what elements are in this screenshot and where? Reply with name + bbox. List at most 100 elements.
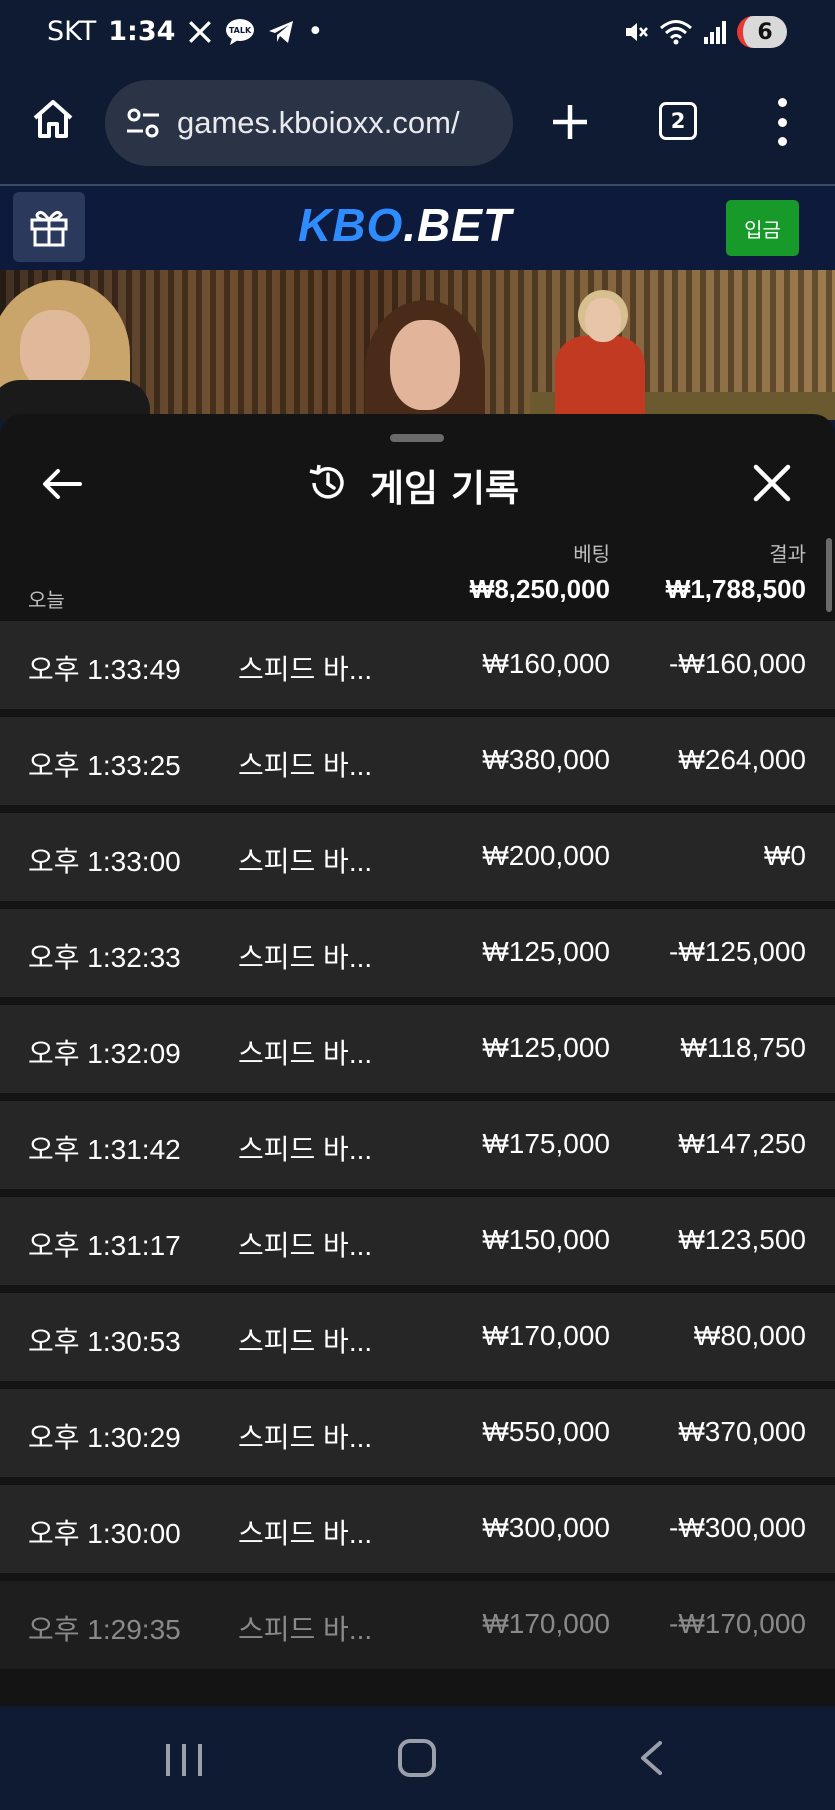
row-game: 스피드 바... xyxy=(238,1134,373,1165)
history-list: 오후 1:33:49 스피드 바... ₩160,000 -₩160,000 오… xyxy=(0,621,835,1677)
row-result: -₩125,000 xyxy=(669,936,806,967)
history-row[interactable]: 오후 1:31:42 스피드 바... ₩175,000 ₩147,250 xyxy=(0,1101,835,1189)
site-settings-icon[interactable] xyxy=(123,103,163,143)
row-bet: ₩550,000 xyxy=(482,1416,610,1447)
row-game: 스피드 바... xyxy=(238,942,373,973)
history-icon xyxy=(306,462,348,508)
row-result: ₩147,250 xyxy=(678,1128,806,1159)
row-result: ₩370,000 xyxy=(678,1416,806,1447)
close-icon[interactable] xyxy=(751,462,793,504)
row-result: ₩0 xyxy=(764,840,806,871)
notification-dot: • xyxy=(307,16,324,47)
scrollbar-thumb[interactable] xyxy=(826,538,832,612)
more-menu-icon[interactable] xyxy=(770,98,794,146)
page-title: 게임 기록 xyxy=(370,467,520,510)
site-header: KBO.BET 입금 xyxy=(0,184,835,270)
row-time: 오후 1:33:49 xyxy=(28,654,181,685)
row-game: 스피드 바... xyxy=(238,1422,373,1453)
history-row[interactable]: 오후 1:32:33 스피드 바... ₩125,000 -₩125,000 xyxy=(0,909,835,997)
row-time: 오후 1:31:42 xyxy=(28,1134,181,1165)
history-row[interactable]: 오후 1:30:00 스피드 바... ₩300,000 -₩300,000 xyxy=(0,1485,835,1573)
status-bar: SKT 1:34 TALK • 6 xyxy=(0,0,835,72)
x-icon xyxy=(187,19,213,45)
dealer-right-face xyxy=(585,298,621,342)
live-dealer-video xyxy=(0,270,835,420)
row-time: 오후 1:30:53 xyxy=(28,1326,181,1357)
deposit-button[interactable]: 입금 xyxy=(726,200,799,256)
wifi-icon xyxy=(659,18,693,46)
url-text[interactable]: games.kboioxx.com/ xyxy=(177,105,460,141)
home-icon[interactable] xyxy=(398,1739,436,1777)
logo-part-bet: .BET xyxy=(403,199,513,251)
history-row[interactable]: 오후 1:32:09 스피드 바... ₩125,000 ₩118,750 xyxy=(0,1005,835,1093)
date-group-label: 오늘 xyxy=(28,588,65,612)
row-game: 스피드 바... xyxy=(238,1518,373,1549)
row-bet: ₩150,000 xyxy=(482,1224,610,1255)
dealer-left-face xyxy=(20,310,90,390)
address-bar[interactable]: games.kboioxx.com/ xyxy=(105,80,513,166)
sheet-title: 게임 기록 xyxy=(306,458,519,512)
history-row[interactable]: 오후 1:33:49 스피드 바... ₩160,000 -₩160,000 xyxy=(0,621,835,709)
signal-icon xyxy=(703,19,727,45)
back-arrow-icon[interactable] xyxy=(40,462,84,506)
row-result: ₩264,000 xyxy=(678,744,806,775)
site-logo[interactable]: KBO.BET xyxy=(298,198,512,252)
row-result: ₩118,750 xyxy=(680,1032,806,1063)
history-row[interactable]: 오후 1:31:17 스피드 바... ₩150,000 ₩123,500 xyxy=(0,1197,835,1285)
row-game: 스피드 바... xyxy=(238,846,373,877)
row-game: 스피드 바... xyxy=(238,750,373,781)
row-time: 오후 1:32:09 xyxy=(28,1038,181,1069)
total-bet: ₩8,250,000 xyxy=(469,574,610,604)
history-row[interactable]: 오후 1:33:00 스피드 바... ₩200,000 ₩0 xyxy=(0,813,835,901)
result-column-header: 결과 xyxy=(769,542,806,566)
total-result: ₩1,788,500 xyxy=(665,574,806,604)
row-bet: ₩125,000 xyxy=(482,936,610,967)
sheet-drag-handle[interactable] xyxy=(390,434,444,442)
row-time: 오후 1:32:33 xyxy=(28,942,181,973)
history-row[interactable]: 오후 1:30:29 스피드 바... ₩550,000 ₩370,000 xyxy=(0,1389,835,1477)
history-row[interactable]: 오후 1:30:53 스피드 바... ₩170,000 ₩80,000 xyxy=(0,1293,835,1381)
battery-icon: 6 xyxy=(737,16,787,48)
row-time: 오후 1:33:00 xyxy=(28,846,181,877)
row-time: 오후 1:30:00 xyxy=(28,1518,181,1549)
browser-toolbar: games.kboioxx.com/ 2 xyxy=(0,72,835,184)
row-game: 스피드 바... xyxy=(238,1326,373,1357)
row-bet: ₩200,000 xyxy=(482,840,610,871)
system-nav-bar xyxy=(0,1706,835,1810)
dealer-center-face xyxy=(390,320,460,410)
history-row[interactable]: 오후 1:33:25 스피드 바... ₩380,000 ₩264,000 xyxy=(0,717,835,805)
row-bet: ₩380,000 xyxy=(482,744,610,775)
row-time: 오후 1:30:29 xyxy=(28,1422,181,1453)
status-right: 6 xyxy=(623,16,787,48)
row-game: 스피드 바... xyxy=(238,1614,373,1645)
mute-icon xyxy=(623,19,649,45)
recents-icon[interactable] xyxy=(166,1744,202,1776)
row-game: 스피드 바... xyxy=(238,1230,373,1261)
row-result: -₩300,000 xyxy=(669,1512,806,1543)
row-bet: ₩125,000 xyxy=(482,1032,610,1063)
row-time: 오후 1:29:35 xyxy=(28,1614,181,1645)
gift-icon[interactable] xyxy=(13,192,85,262)
row-bet: ₩170,000 xyxy=(482,1320,610,1351)
row-bet: ₩160,000 xyxy=(482,648,610,679)
row-game: 스피드 바... xyxy=(238,1038,373,1069)
row-result: -₩170,000 xyxy=(669,1608,806,1639)
clock: 1:34 xyxy=(108,16,176,47)
carrier-label: SKT xyxy=(47,16,97,47)
back-icon[interactable] xyxy=(636,1740,666,1776)
row-result: ₩80,000 xyxy=(693,1320,806,1351)
svg-text:TALK: TALK xyxy=(229,26,252,35)
home-icon[interactable] xyxy=(30,96,76,142)
game-history-sheet: 게임 기록 베팅 결과 오늘 ₩8,250,000 ₩1,788,500 오후 … xyxy=(0,414,835,1706)
row-bet: ₩170,000 xyxy=(482,1608,610,1639)
kakaotalk-icon: TALK xyxy=(225,18,255,46)
dealer-right-body xyxy=(555,336,645,416)
history-row[interactable]: 오후 1:29:35 스피드 바... ₩170,000 -₩170,000 xyxy=(0,1581,835,1669)
row-game: 스피드 바... xyxy=(238,654,373,685)
row-time: 오후 1:33:25 xyxy=(28,750,181,781)
bet-column-header: 베팅 xyxy=(573,542,610,566)
tabs-icon[interactable]: 2 xyxy=(659,102,697,140)
new-tab-icon[interactable] xyxy=(548,100,592,144)
row-result: -₩160,000 xyxy=(669,648,806,679)
row-time: 오후 1:31:17 xyxy=(28,1230,181,1261)
